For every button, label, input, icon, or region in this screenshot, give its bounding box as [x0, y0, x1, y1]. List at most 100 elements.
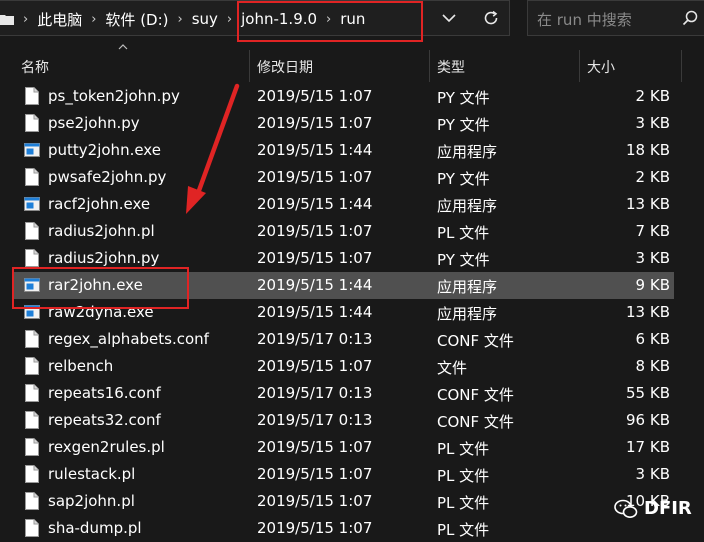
- wechat-icon: [614, 499, 638, 518]
- file-row[interactable]: pwsafe2john.py 2019/5/15 1:07 PY 文件 2 KB: [0, 164, 704, 191]
- breadcrumb-separator: ›: [23, 11, 29, 27]
- file-type: PL 文件: [437, 494, 490, 512]
- file-row[interactable]: regex_alphabets.conf 2019/5/17 0:13 CONF…: [0, 326, 704, 353]
- file-size: 9 KB: [635, 276, 670, 294]
- refresh-button[interactable]: [474, 0, 508, 36]
- file-list: ps_token2john.py 2019/5/15 1:07 PY 文件 2 …: [0, 83, 704, 542]
- file-row[interactable]: rulestack.pl 2019/5/15 1:07 PL 文件 3 KB: [0, 461, 704, 488]
- file-name: putty2john.exe: [48, 141, 161, 159]
- search-icon[interactable]: [682, 10, 698, 26]
- column-divider[interactable]: [579, 50, 580, 82]
- document-icon: [25, 438, 39, 456]
- search-box[interactable]: 在 run 中搜索: [527, 0, 704, 36]
- file-size: 3 KB: [635, 249, 670, 267]
- column-divider[interactable]: [429, 50, 430, 82]
- address-dropdown-button[interactable]: [432, 0, 466, 36]
- file-size: 2 KB: [635, 168, 670, 186]
- search-placeholder: 在 run 中搜索: [537, 11, 632, 29]
- file-row[interactable]: relbench 2019/5/15 1:07 文件 8 KB: [0, 353, 704, 380]
- document-icon: [25, 357, 39, 375]
- file-date: 2019/5/15 1:07: [257, 519, 373, 537]
- file-size: 6 KB: [635, 330, 670, 348]
- file-type: PY 文件: [437, 116, 490, 134]
- file-name: relbench: [48, 357, 114, 375]
- highlight-box-path: [237, 1, 423, 42]
- document-icon: [25, 168, 39, 186]
- file-size: 2 KB: [635, 87, 670, 105]
- chevron-down-icon: [442, 13, 456, 22]
- document-icon: [25, 519, 39, 537]
- exe-icon: [24, 197, 40, 211]
- file-name: ps_token2john.py: [48, 87, 180, 105]
- document-icon: [25, 492, 39, 510]
- file-date: 2019/5/15 1:44: [257, 141, 373, 159]
- highlight-box-file: [12, 267, 189, 309]
- file-row[interactable]: ps_token2john.py 2019/5/15 1:07 PY 文件 2 …: [0, 83, 704, 110]
- breadcrumb-separator: ›: [177, 11, 183, 27]
- file-size: 17 KB: [626, 438, 670, 456]
- file-size: 3 KB: [635, 465, 670, 483]
- file-type: 应用程序: [437, 143, 498, 161]
- file-type: 应用程序: [437, 278, 498, 296]
- file-date: 2019/5/15 1:07: [257, 465, 373, 483]
- file-date: 2019/5/15 1:07: [257, 357, 373, 375]
- file-row[interactable]: putty2john.exe 2019/5/15 1:44 应用程序 18 KB: [0, 137, 704, 164]
- file-name: regex_alphabets.conf: [48, 330, 209, 348]
- breadcrumb-separator: ›: [226, 11, 233, 27]
- breadcrumb-separator: ›: [91, 11, 97, 27]
- document-icon: [25, 330, 39, 348]
- file-name: pwsafe2john.py: [48, 168, 167, 186]
- file-type: PY 文件: [437, 89, 490, 107]
- file-date: 2019/5/15 1:44: [257, 303, 373, 321]
- file-type: CONF 文件: [437, 332, 514, 350]
- file-row[interactable]: racf2john.exe 2019/5/15 1:44 应用程序 13 KB: [0, 191, 704, 218]
- file-size: 96 KB: [626, 411, 670, 429]
- file-type: PL 文件: [437, 521, 490, 539]
- file-date: 2019/5/15 1:44: [257, 276, 373, 294]
- file-type: 文件: [437, 359, 468, 377]
- document-icon: [25, 249, 39, 267]
- file-date: 2019/5/17 0:13: [257, 384, 373, 402]
- file-date: 2019/5/17 0:13: [257, 330, 373, 348]
- file-name: radius2john.pl: [48, 222, 155, 240]
- breadcrumb-drive-d[interactable]: 软件 (D:): [105, 9, 168, 30]
- document-icon: [25, 87, 39, 105]
- column-header-date[interactable]: 修改日期: [257, 52, 313, 82]
- file-type: PY 文件: [437, 251, 490, 269]
- file-row[interactable]: radius2john.pl 2019/5/15 1:07 PL 文件 7 KB: [0, 218, 704, 245]
- file-size: 8 KB: [635, 357, 670, 375]
- column-header-type[interactable]: 类型: [437, 52, 465, 82]
- file-date: 2019/5/15 1:07: [257, 87, 373, 105]
- file-name: radius2john.py: [48, 249, 160, 267]
- column-divider[interactable]: [681, 50, 682, 82]
- file-date: 2019/5/15 1:07: [257, 168, 373, 186]
- column-header-size[interactable]: 大小: [587, 52, 615, 82]
- file-size: 3 KB: [635, 114, 670, 132]
- file-date: 2019/5/15 1:07: [257, 222, 373, 240]
- file-name: sap2john.pl: [48, 492, 135, 510]
- breadcrumb-suy[interactable]: suy: [192, 10, 218, 28]
- file-type: PL 文件: [437, 440, 490, 458]
- watermark: DFIR: [614, 498, 692, 519]
- document-icon: [25, 384, 39, 402]
- file-date: 2019/5/15 1:07: [257, 249, 373, 267]
- file-date: 2019/5/15 1:07: [257, 114, 373, 132]
- file-row[interactable]: sap2john.pl 2019/5/15 1:07 PL 文件 10 KB: [0, 488, 704, 515]
- file-size: 7 KB: [635, 222, 670, 240]
- file-type: CONF 文件: [437, 413, 514, 431]
- file-type: PL 文件: [437, 467, 490, 485]
- file-row[interactable]: sha-dump.pl 2019/5/15 1:07 PL 文件: [0, 515, 704, 542]
- file-row[interactable]: rexgen2rules.pl 2019/5/15 1:07 PL 文件 17 …: [0, 434, 704, 461]
- column-header-name[interactable]: 名称: [21, 52, 49, 82]
- file-name: racf2john.exe: [48, 195, 151, 213]
- column-divider[interactable]: [249, 50, 250, 82]
- file-row[interactable]: repeats32.conf 2019/5/17 0:13 CONF 文件 96…: [0, 407, 704, 434]
- breadcrumb-this-pc[interactable]: 此电脑: [37, 9, 82, 30]
- file-name: repeats32.conf: [48, 411, 161, 429]
- file-row[interactable]: repeats16.conf 2019/5/17 0:13 CONF 文件 55…: [0, 380, 704, 407]
- document-icon: [25, 465, 39, 483]
- file-row[interactable]: pse2john.py 2019/5/15 1:07 PY 文件 3 KB: [0, 110, 704, 137]
- file-type: 应用程序: [437, 305, 498, 323]
- document-icon: [25, 411, 39, 429]
- sort-up-icon: [118, 44, 128, 50]
